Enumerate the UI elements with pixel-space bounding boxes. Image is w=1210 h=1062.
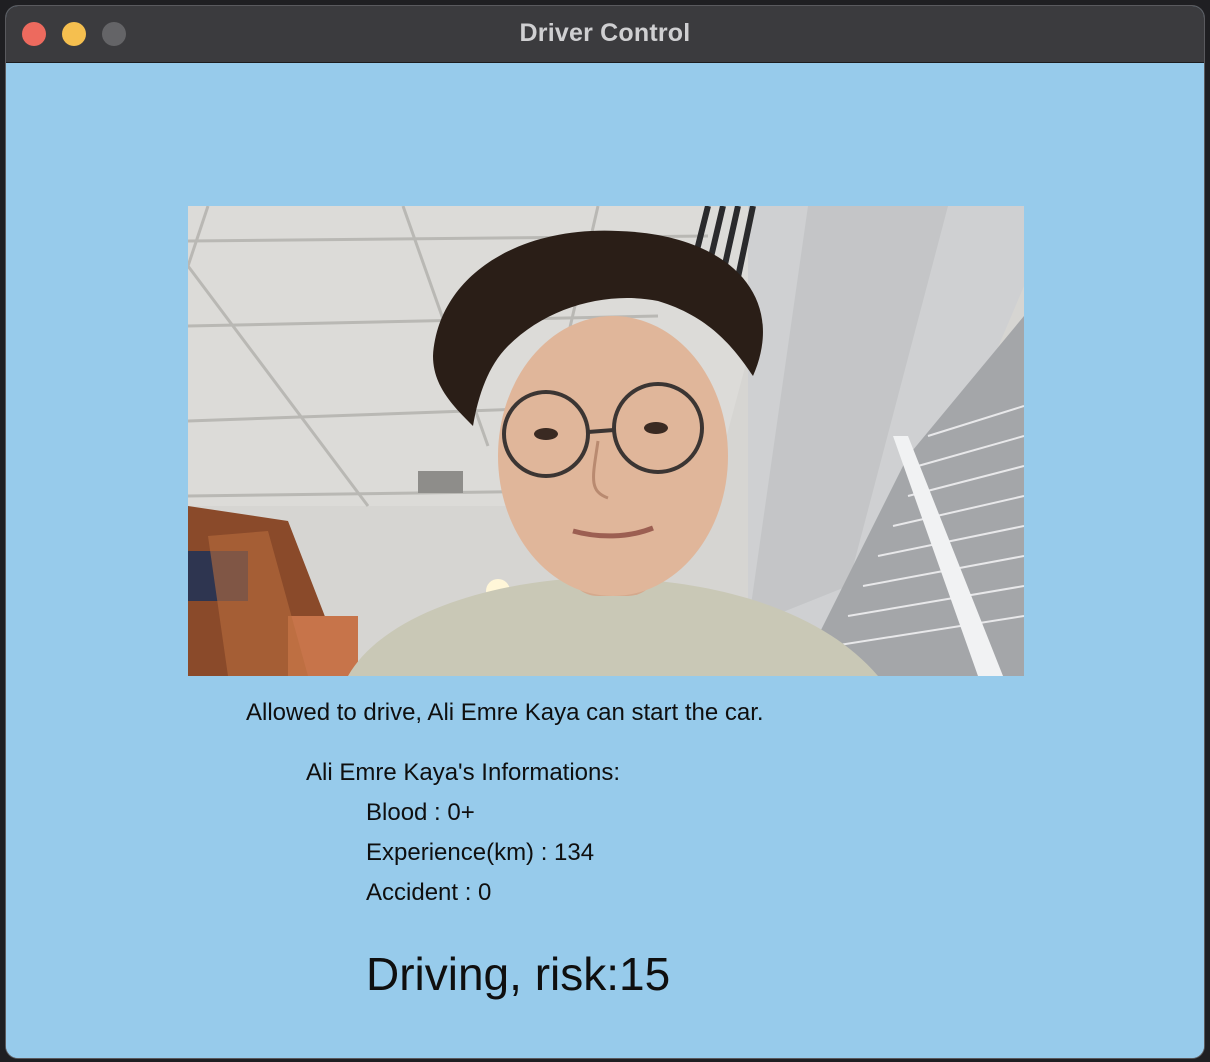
drive-permission-status: Allowed to drive, Ali Emre Kaya can star… [246,699,764,726]
driver-experience: Experience(km) : 134 [366,839,595,866]
app-window: Driver Control Allowed to drive, Ali Emr… [6,6,1204,1058]
driving-risk-label: Driving, risk:15 [366,948,671,1000]
driver-photo-illustration [188,206,1024,676]
camera-feed [188,206,1024,676]
driver-accidents: Accident : 0 [366,879,492,906]
driver-blood-type: Blood : 0+ [366,799,475,826]
main-content: Allowed to drive, Ali Emre Kaya can star… [6,63,1204,1058]
window-title: Driver Control [519,19,691,47]
driver-info-header: Ali Emre Kaya's Informations: [306,759,621,786]
title-bar[interactable]: Driver Control [6,6,1204,63]
